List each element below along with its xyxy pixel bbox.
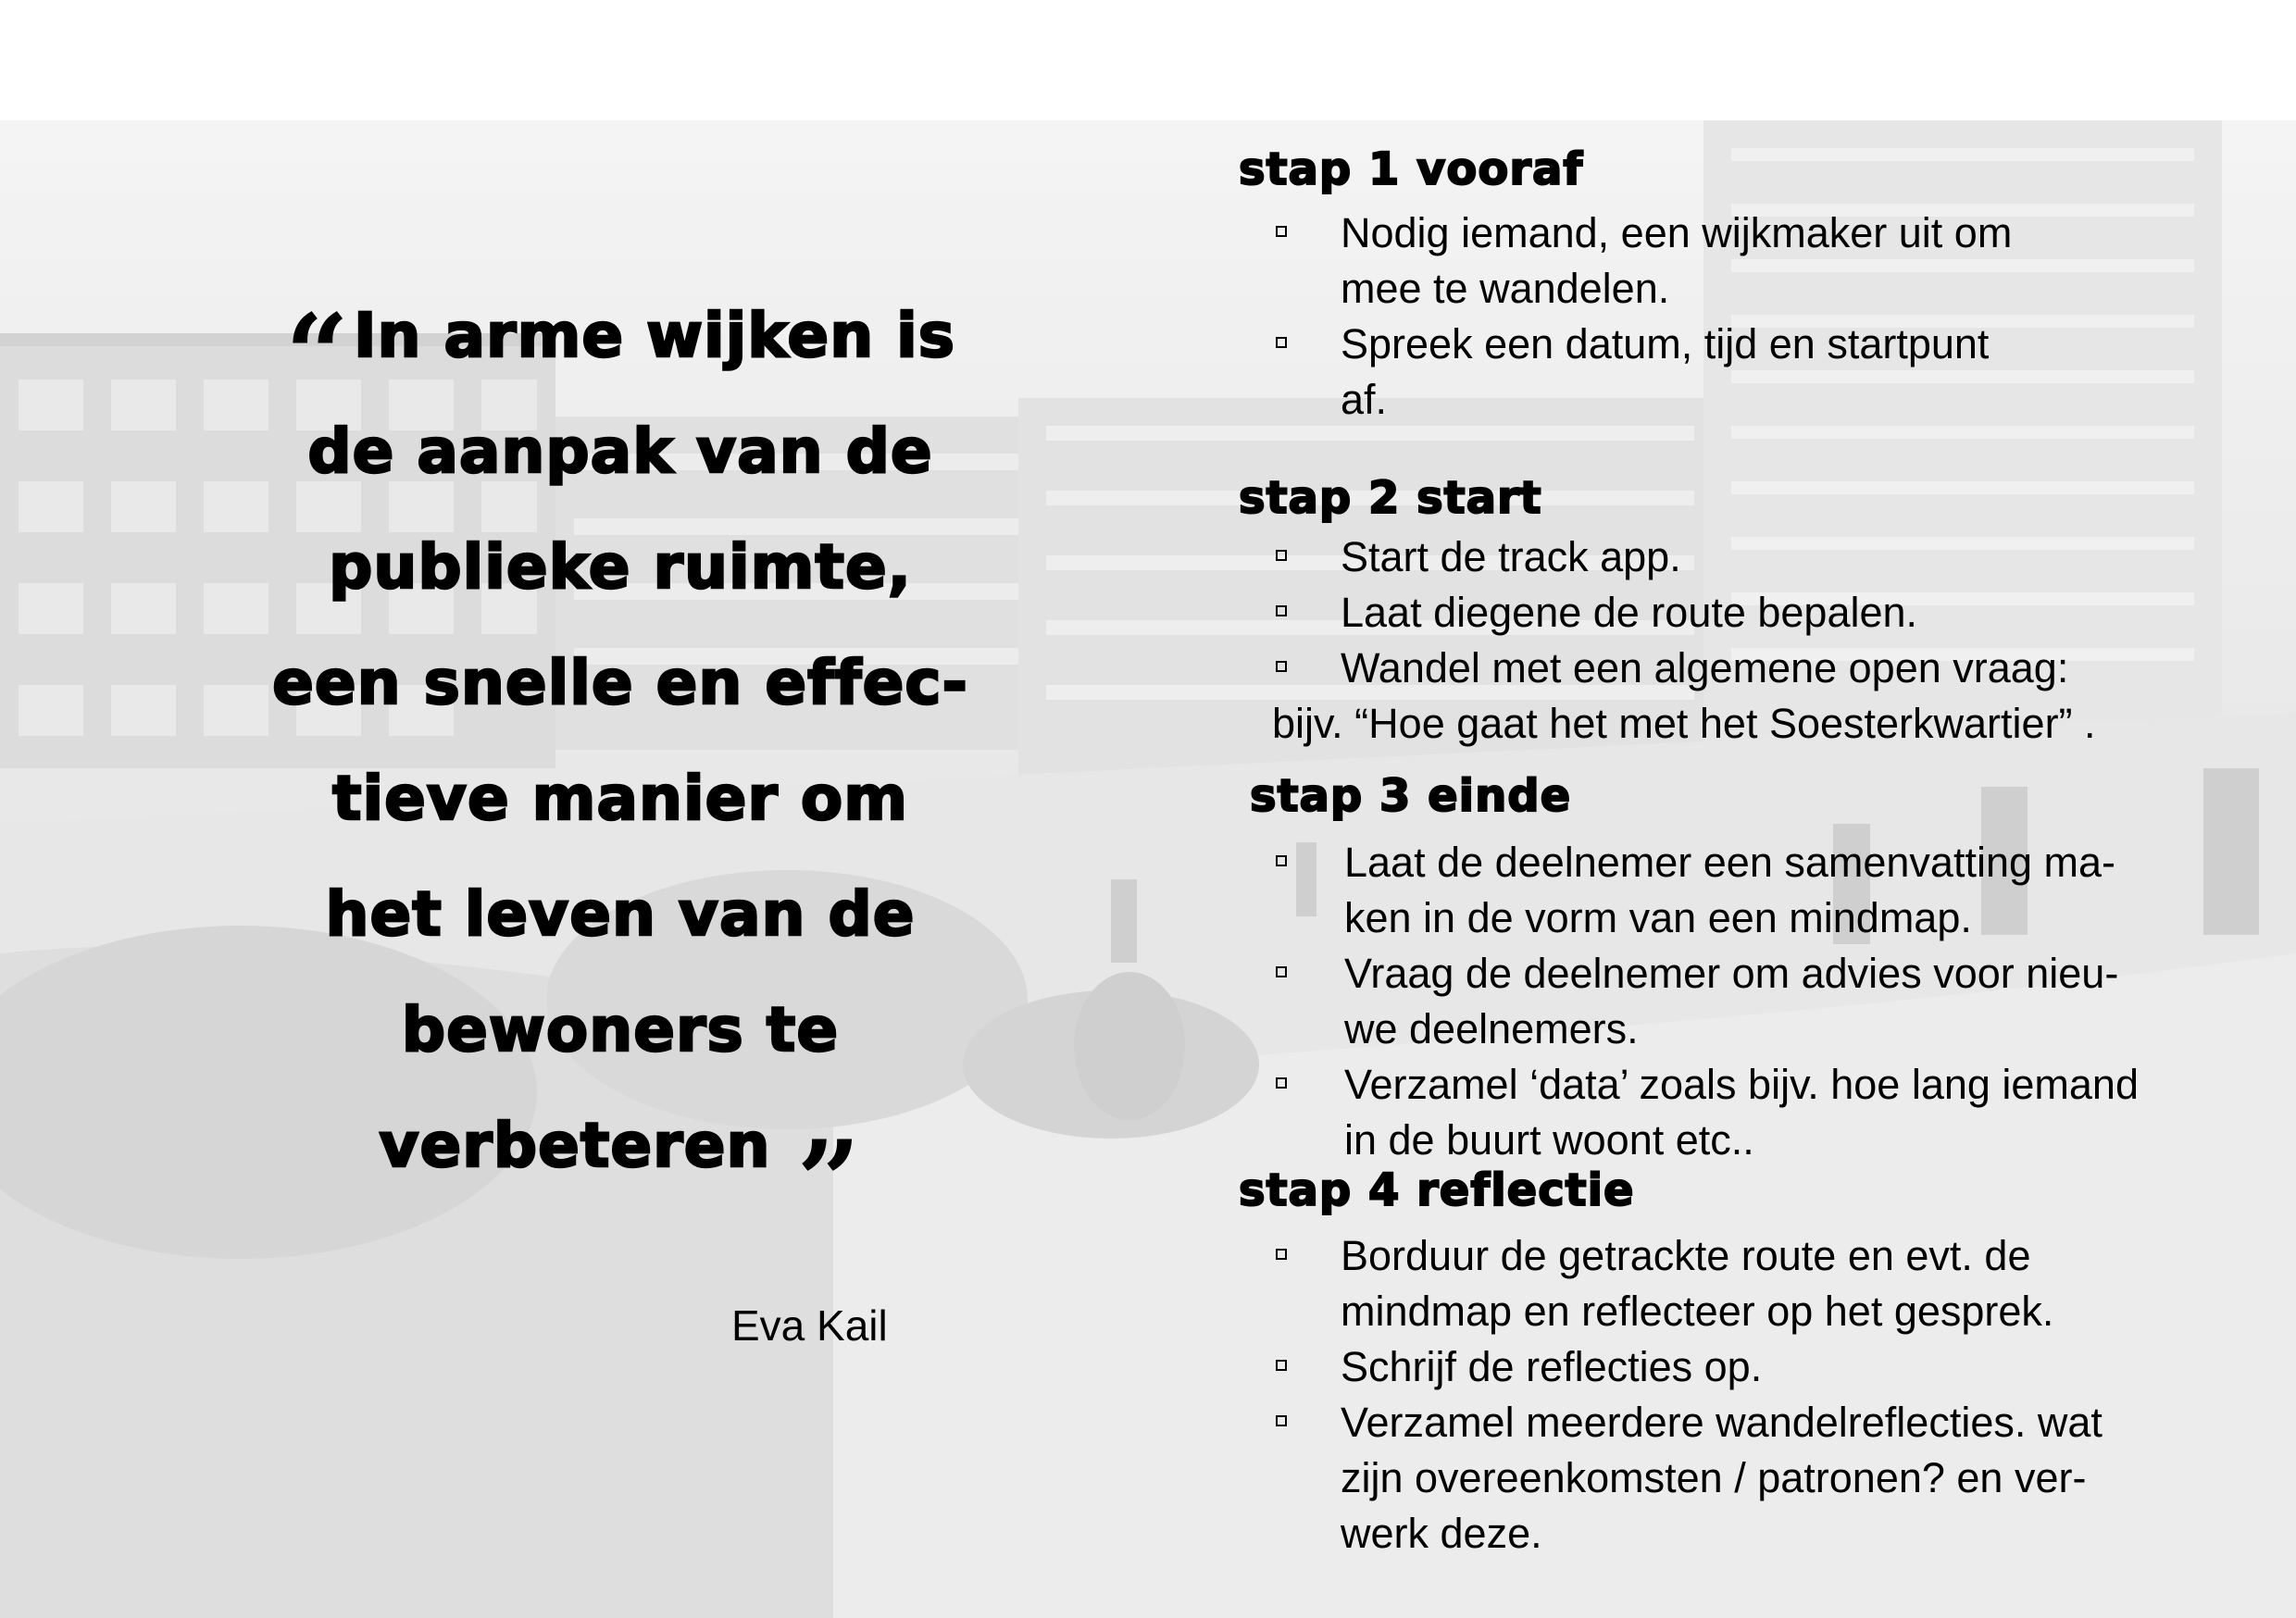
square-bullet-icon — [1276, 226, 1287, 237]
square-bullet-icon — [1276, 1249, 1287, 1260]
step-item-line: Wandel met een algemene open vraag: — [1341, 644, 2069, 691]
quote-line: het leven van de — [324, 877, 916, 952]
step-item: Start de track app. — [1341, 529, 1681, 585]
step-title: stap 2 start — [1238, 471, 1542, 525]
step-item-line: Verzamel meerdere wandelreflecties. wat — [1341, 1399, 2103, 1446]
square-bullet-icon — [1276, 605, 1287, 616]
square-bullet-icon — [1276, 1360, 1287, 1371]
open-quote-mark: “ — [284, 290, 350, 420]
step-item: Borduur de getrackte route en evt. de mi… — [1341, 1228, 2053, 1339]
step-item: Spreek een datum, tijd en startpunt af. — [1341, 317, 1989, 428]
step-item-line: Start de track app. — [1341, 533, 1681, 580]
square-bullet-icon — [1276, 966, 1287, 977]
square-bullet-icon — [1276, 661, 1287, 672]
step-item-line: we deelnemers. — [1344, 1005, 1639, 1052]
step-item-line: Laat de deelnemer een samenvatting ma- — [1344, 839, 2116, 886]
step-item: Schrijf de reflecties op. — [1341, 1339, 1762, 1395]
quote-block: “In arme wijken is de aanpak van de publ… — [231, 278, 1009, 1238]
step-item-line: Laat diegene de route bepalen. — [1341, 589, 1918, 636]
step-item-line: zijn overeenkomsten / patronen? en ver- — [1341, 1454, 2087, 1501]
step-item-line: in de buurt woont etc.. — [1344, 1116, 1754, 1164]
step-item-line: werk deze. — [1341, 1510, 1542, 1557]
step-item: Laat diegene de route bepalen. — [1341, 585, 1917, 641]
step-item: Wandel met een algemene open vraag: — [1341, 641, 2068, 696]
square-bullet-icon — [1276, 1077, 1287, 1089]
square-bullet-icon — [1276, 1415, 1287, 1426]
step-item-line: Verzamel ‘data’ zoals bijv. hoe lang iem… — [1344, 1061, 2139, 1108]
step-title: stap 3 einde — [1249, 769, 1572, 823]
step-item-line: Borduur de getrackte route en evt. de — [1341, 1232, 2031, 1279]
quote-line: publieke ruimte, — [328, 530, 912, 604]
step-item-line: Vraag de deelnemer om advies voor nieu- — [1344, 950, 2119, 997]
close-quote-mark: ” — [796, 1116, 862, 1247]
step-item-line: Nodig iemand, een wijkmaker uit om — [1341, 209, 2013, 256]
quote-line: een snelle en effec- — [271, 646, 968, 720]
step-item: Verzamel meerdere wandelreflecties. wat … — [1341, 1395, 2103, 1562]
step-item-line: af. — [1341, 376, 1388, 423]
step-title: stap 1 vooraf — [1238, 143, 1584, 196]
quote-line: verbeteren — [378, 1109, 771, 1183]
step-item: Verzamel ‘data’ zoals bijv. hoe lang iem… — [1344, 1057, 2139, 1168]
quote-line: de aanpak van de — [306, 415, 933, 489]
step-item-line: mindmap en reflecteer op het gesprek. — [1341, 1288, 2054, 1335]
step-title: stap 4 reflectie — [1238, 1164, 1635, 1217]
square-bullet-icon — [1276, 855, 1287, 866]
step-item: Vraag de deelnemer om advies voor nieu- … — [1344, 946, 2118, 1057]
quote-line: bewoners te — [401, 993, 840, 1067]
quote-author: Eva Kail — [731, 1301, 888, 1350]
step-item: Laat de deelnemer een samenvatting ma- k… — [1344, 835, 2115, 946]
quote-line: In arme wijken is — [353, 299, 956, 373]
step-item-line: ken in de vorm van een mindmap. — [1344, 894, 1972, 941]
quote-line: tieve manier om — [331, 762, 909, 836]
step-item-line: mee te wandelen. — [1341, 265, 1670, 312]
step-item: Nodig iemand, een wijkmaker uit om mee t… — [1341, 205, 2012, 317]
step-item-line: Spreek een datum, tijd en startpunt — [1341, 320, 1990, 367]
square-bullet-icon — [1276, 550, 1287, 561]
step-item-line: Schrijf de reflecties op. — [1341, 1343, 1763, 1390]
step-item-continuation: bijv. “Hoe gaat het met het Soesterkwart… — [1272, 700, 2096, 747]
square-bullet-icon — [1276, 337, 1287, 348]
